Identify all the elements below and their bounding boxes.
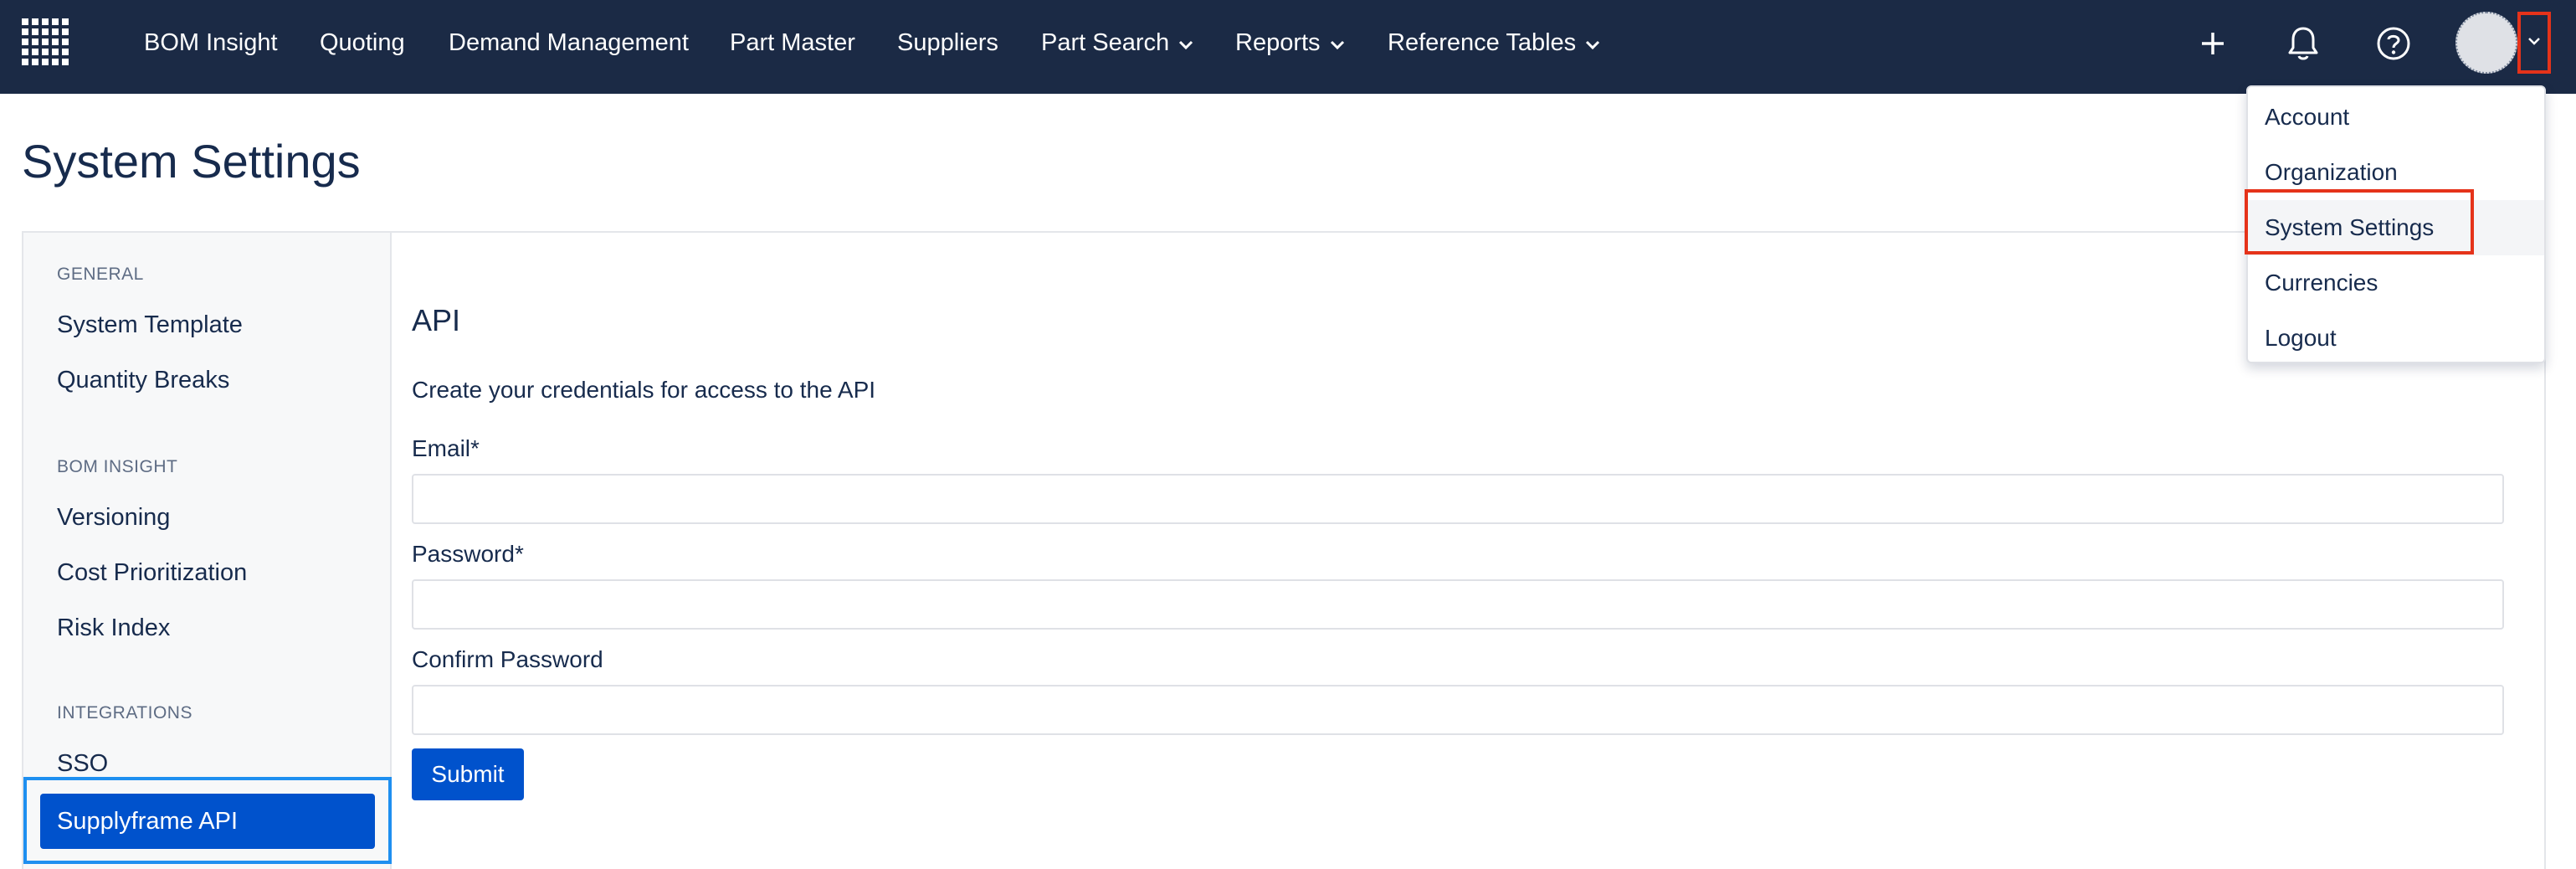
section-title: API [412, 303, 461, 337]
sidebar-item-sso[interactable]: SSO [57, 750, 108, 778]
sidebar-item-risk-index[interactable]: Risk Index [57, 614, 170, 642]
app-logo-icon[interactable] [20, 17, 75, 72]
section-description: Create your credentials for access to th… [412, 377, 876, 403]
help-icon[interactable] [2370, 20, 2417, 67]
sidebar-section-integrations: INTEGRATIONS [57, 703, 192, 722]
user-dropdown-menu: Account Organization System Settings Cur… [2245, 85, 2546, 366]
confirm-password-label: Confirm Password [412, 646, 603, 672]
nav-quoting[interactable]: Quoting [320, 0, 405, 85]
sidebar-section-bom-insight: BOM INSIGHT [57, 457, 178, 476]
avatar[interactable] [2455, 12, 2517, 74]
nav-part-search[interactable]: Part Search [1041, 0, 1194, 85]
sidebar-item-system-template[interactable]: System Template [57, 311, 243, 339]
chevron-down-icon [1584, 1, 1601, 86]
sidebar-item-supplyframe-api[interactable]: Supplyframe API [40, 794, 375, 849]
nav-reference-tables[interactable]: Reference Tables [1388, 0, 1601, 85]
nav-bom-insight[interactable]: BOM Insight [144, 0, 278, 85]
menu-item-logout[interactable]: Logout [2248, 311, 2544, 366]
settings-panel: GENERAL System Template Quantity Breaks … [22, 231, 2546, 869]
sidebar-item-quantity-breaks[interactable]: Quantity Breaks [57, 367, 229, 394]
sidebar-section-general: GENERAL [57, 265, 144, 284]
menu-item-currencies[interactable]: Currencies [2248, 255, 2544, 311]
chevron-down-icon [1329, 1, 1346, 86]
menu-item-highlight-outline [2245, 189, 2474, 255]
password-field[interactable] [412, 579, 2504, 630]
chevron-down-icon [1178, 1, 1194, 86]
nav-suppliers[interactable]: Suppliers [897, 0, 998, 85]
sidebar-item-cost-prioritization[interactable]: Cost Prioritization [57, 559, 247, 587]
email-label: Email* [412, 435, 480, 461]
chevron-down-icon [2527, 35, 2542, 50]
page-title: System Settings [22, 135, 361, 188]
nav-reports-label: Reports [1235, 29, 1321, 56]
top-navbar: BOM Insight Quoting Demand Management Pa… [0, 0, 2576, 94]
user-menu-toggle-button[interactable] [2517, 12, 2551, 74]
nav-reports[interactable]: Reports [1235, 0, 1346, 85]
password-label: Password* [412, 541, 524, 567]
settings-sidebar: GENERAL System Template Quantity Breaks … [23, 233, 392, 869]
bell-icon[interactable] [2280, 20, 2327, 67]
nav-part-search-label: Part Search [1041, 29, 1170, 56]
nav-reference-tables-label: Reference Tables [1388, 29, 1577, 56]
sidebar-item-versioning[interactable]: Versioning [57, 504, 170, 532]
nav-part-master[interactable]: Part Master [730, 0, 855, 85]
email-field[interactable] [412, 474, 2504, 524]
nav-demand-management[interactable]: Demand Management [449, 0, 689, 85]
plus-icon[interactable] [2189, 20, 2236, 67]
submit-button[interactable]: Submit [412, 748, 524, 800]
menu-item-account[interactable]: Account [2248, 90, 2544, 145]
app-root: BOM Insight Quoting Demand Management Pa… [0, 0, 2576, 869]
confirm-password-field[interactable] [412, 685, 2504, 735]
